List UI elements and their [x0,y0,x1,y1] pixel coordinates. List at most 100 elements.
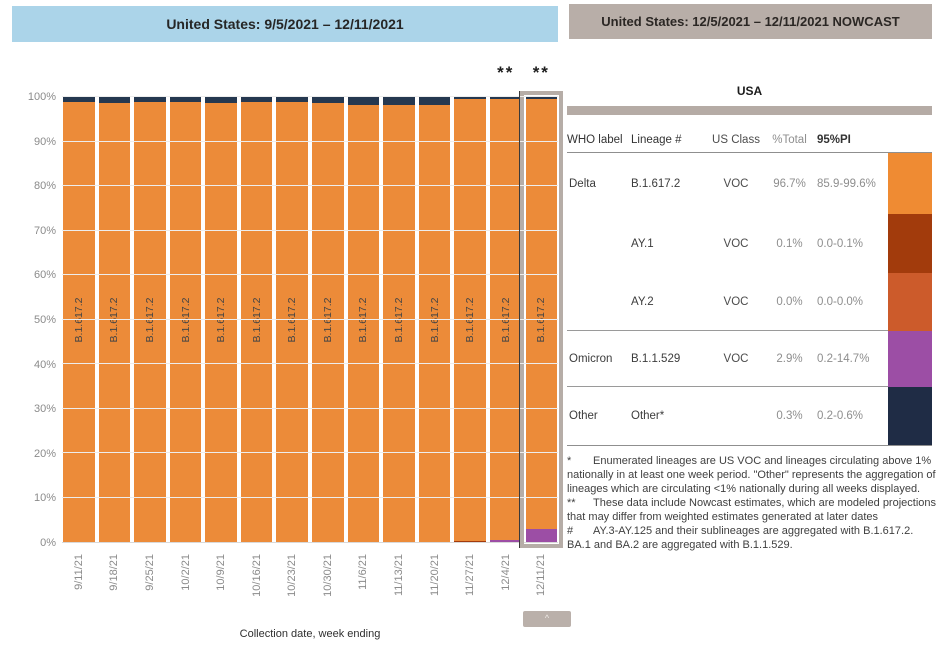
chart-panel-title: United States: 9/5/2021 – 12/11/2021 [12,6,558,42]
pi-value: 85.9-99.6% [817,153,888,214]
color-swatch-ay2[interactable] [888,273,932,331]
x-tick-label: 10/9/21 [215,554,227,591]
x-tick-10/16/21[interactable]: 10/16/21 [241,550,273,622]
color-swatch-ay1[interactable] [888,214,932,273]
x-tick-9/25/21[interactable]: 9/25/21 [134,550,166,622]
table-row-other[interactable]: Other Other* 0.3% 0.2-0.6% [567,387,932,445]
y-axis: 0%10%20%30%40%50%60%70%80%90%100% [12,97,56,543]
y-tick-30: 30% [12,403,56,415]
segment-delta[interactable] [99,103,131,542]
table-row-delta-b16172[interactable]: Delta B.1.617.2 VOC 96.7% 85.9-99.6% [567,153,932,214]
segment-delta[interactable] [170,102,202,542]
col-header-total: %Total [762,134,817,146]
footnote-aggregation: #AY.3-AY.125 and their sublineages are a… [567,524,939,552]
x-tick-label: 9/18/21 [108,554,120,591]
segment-delta[interactable] [312,103,344,542]
segment-delta[interactable] [134,102,166,542]
y-tick-100: 100% [12,91,56,103]
table-row-omicron[interactable]: Omicron B.1.1.529 VOC 2.9% 0.2-14.7% [567,331,932,387]
table-row-ay2[interactable]: AY.2 VOC 0.0% 0.0-0.0% [567,273,932,331]
nowcast-title-text: United States: 12/5/2021 – 12/11/2021 NO… [601,14,899,29]
x-tick-12/4/21[interactable]: 12/4/21 [490,550,522,622]
pi-value: 0.2-0.6% [817,387,888,445]
bar-10/2/21[interactable]: B.1.617.2 [170,97,202,542]
bar-10/9/21[interactable]: B.1.617.2 [205,97,237,542]
segment-delta[interactable] [241,102,273,542]
nowcast-asterisks: ** [526,63,558,83]
segment-delta[interactable] [383,105,415,542]
segment-delta[interactable] [526,99,558,529]
x-tick-11/20/21[interactable]: 11/20/21 [419,550,451,622]
segment-delta[interactable] [419,105,451,542]
segment-other[interactable] [383,97,415,105]
bar-12/4/21[interactable]: B.1.617.2** [490,97,522,542]
color-swatch-other[interactable] [888,387,932,445]
x-tick-label: 9/11/21 [73,554,85,590]
segment-omicron[interactable] [490,540,522,542]
gridline-80 [62,185,558,186]
x-tick-11/6/21[interactable]: 11/6/21 [348,550,380,622]
x-tick-9/11/21[interactable]: 9/11/21 [63,550,95,622]
scroll-up-button[interactable]: ^ [523,611,571,627]
x-tick-9/18/21[interactable]: 9/18/21 [99,550,131,622]
x-tick-10/9/21[interactable]: 10/9/21 [205,550,237,622]
bar-9/18/21[interactable]: B.1.617.2 [99,97,131,542]
x-tick-11/27/21[interactable]: 11/27/21 [454,550,486,622]
color-swatch-omicron[interactable] [888,331,932,387]
who-label: Other [567,387,631,445]
x-tick-label: 12/4/21 [500,554,512,591]
bars-container: B.1.617.2B.1.617.2B.1.617.2B.1.617.2B.1.… [62,97,558,542]
segment-other[interactable] [348,97,380,105]
gridline-20 [62,452,558,453]
y-tick-40: 40% [12,359,56,371]
segment-delta[interactable] [454,99,486,541]
segment-delta[interactable] [276,102,308,542]
lineage-value: B.1.617.2 [631,153,710,214]
x-tick-label: 11/6/21 [357,554,369,590]
who-label: Delta [567,153,631,214]
chart-title-text: United States: 9/5/2021 – 12/11/2021 [166,16,403,32]
x-tick-10/23/21[interactable]: 10/23/21 [276,550,308,622]
gridline-30 [62,408,558,409]
lineage-value: AY.1 [631,214,710,273]
nowcast-panel-title: United States: 12/5/2021 – 12/11/2021 NO… [569,4,932,39]
table-row-ay1[interactable]: AY.1 VOC 0.1% 0.0-0.1% [567,214,932,273]
y-tick-60: 60% [12,269,56,281]
nowcast-asterisks: ** [490,63,522,83]
segment-delta[interactable] [205,103,237,542]
bar-11/27/21[interactable]: B.1.617.2 [454,97,486,542]
bar-9/25/21[interactable]: B.1.617.2 [134,97,166,542]
bar-11/20/21[interactable]: B.1.617.2 [419,97,451,542]
gridline-90 [62,141,558,142]
x-tick-10/2/21[interactable]: 10/2/21 [170,550,202,622]
us-class-value [710,387,762,445]
x-tick-11/13/21[interactable]: 11/13/21 [383,550,415,622]
x-tick-label: 11/20/21 [429,554,441,596]
x-tick-label: 10/2/21 [180,554,192,591]
y-tick-90: 90% [12,136,56,148]
gridline-10 [62,497,558,498]
bar-11/13/21[interactable]: B.1.617.2 [383,97,415,542]
percent-total-value: 0.0% [762,273,817,331]
us-class-value: VOC [710,153,762,214]
x-tick-label: 9/25/21 [144,554,156,591]
x-tick-10/30/21[interactable]: 10/30/21 [312,550,344,622]
who-label: Omicron [567,331,631,387]
segment-delta[interactable] [490,99,522,540]
segment-delta[interactable] [348,105,380,542]
segment-omicron[interactable] [526,529,558,542]
bar-10/23/21[interactable]: B.1.617.2 [276,97,308,542]
segment-delta[interactable] [63,102,95,542]
bar-11/6/21[interactable]: B.1.617.2 [348,97,380,542]
gridline-50 [62,319,558,320]
bar-10/30/21[interactable]: B.1.617.2 [312,97,344,542]
bar-12/11/21[interactable]: B.1.617.2** [526,97,558,542]
segment-ay2[interactable] [454,541,486,542]
bar-10/16/21[interactable]: B.1.617.2 [241,97,273,542]
bar-9/11/21[interactable]: B.1.617.2 [63,97,95,542]
plot-area: B.1.617.2B.1.617.2B.1.617.2B.1.617.2B.1.… [62,97,558,543]
pi-value: 0.2-14.7% [817,331,888,387]
segment-other[interactable] [419,97,451,105]
color-swatch-delta[interactable] [888,153,932,214]
region-label: USA [567,84,932,98]
